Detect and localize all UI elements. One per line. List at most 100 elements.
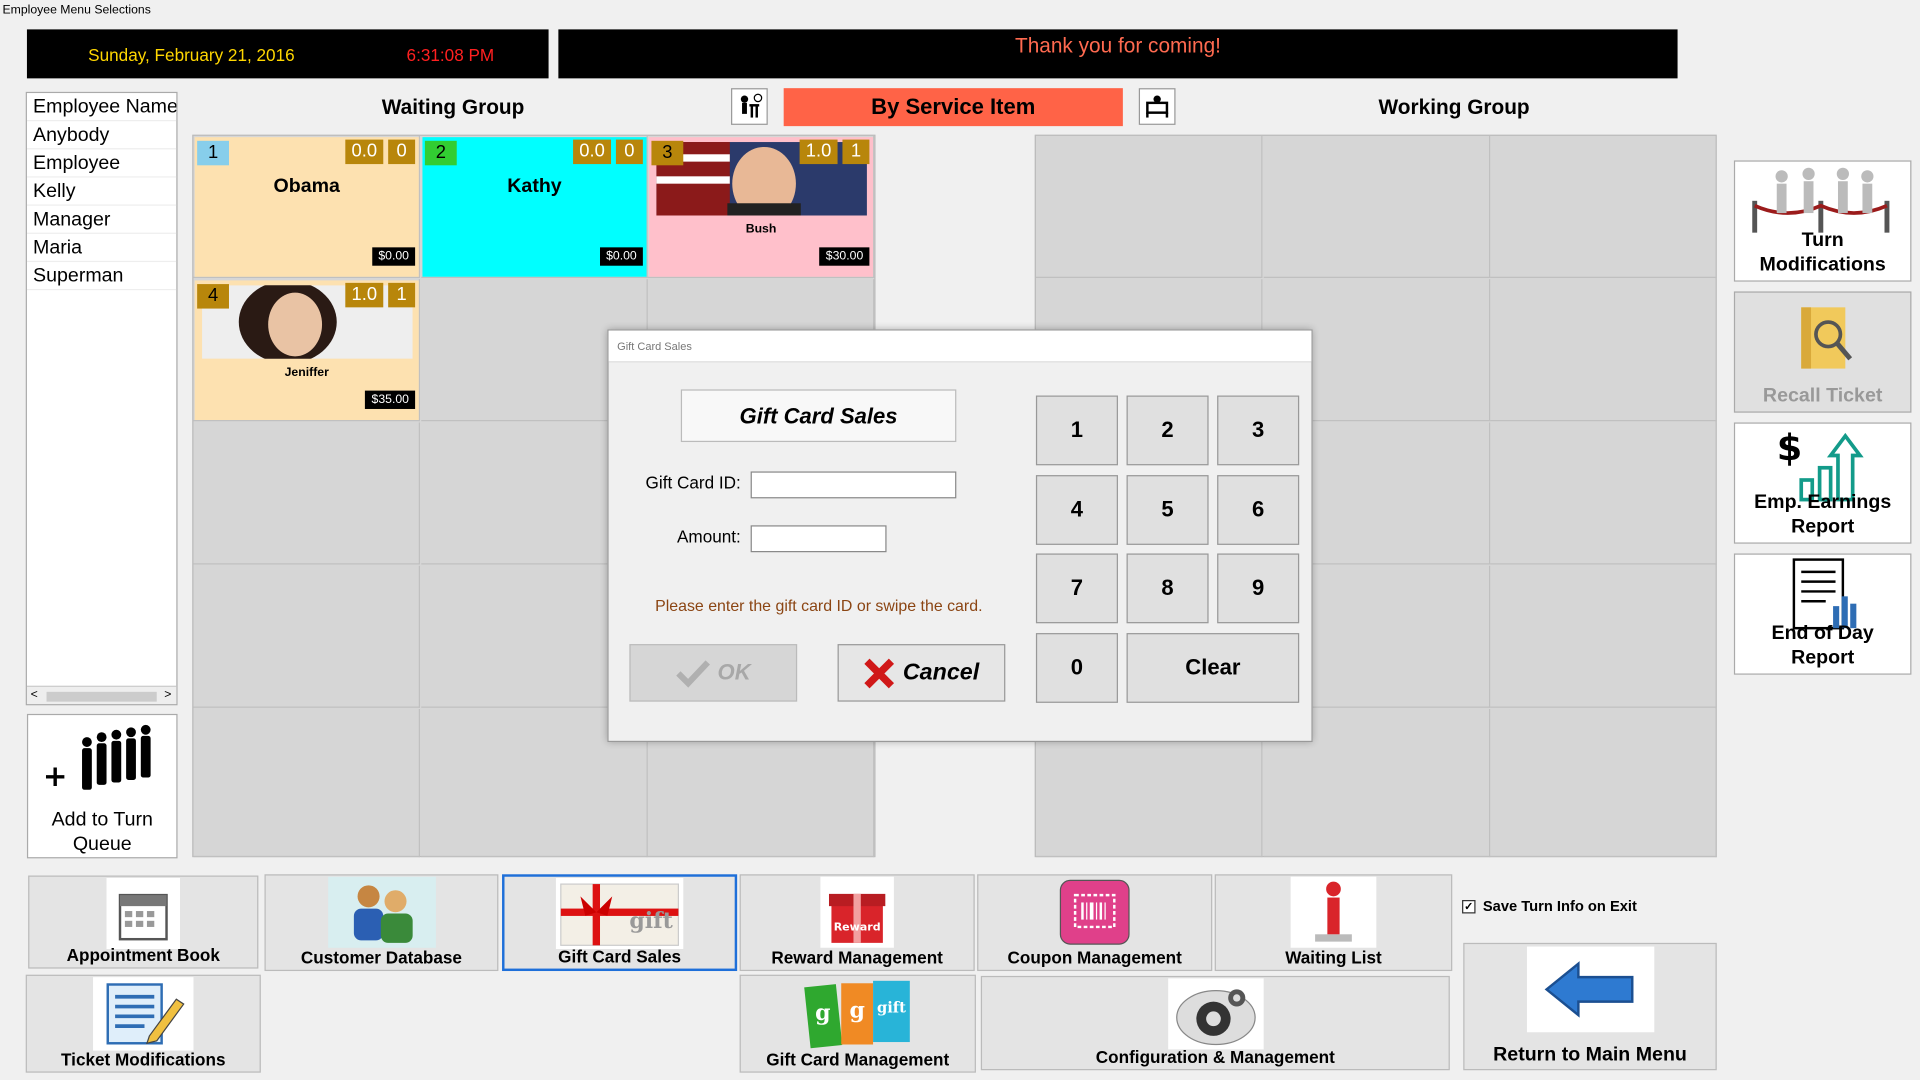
end-of-day-label: End of Day xyxy=(1771,623,1874,645)
return-main-menu-button[interactable]: Return to Main Menu xyxy=(1463,942,1717,1071)
svg-text:g: g xyxy=(849,998,864,1024)
employee-amount: $30.00 xyxy=(819,247,870,266)
configuration-management-button[interactable]: Configuration & Management xyxy=(980,975,1450,1071)
folder-search-icon xyxy=(1801,307,1853,369)
return-main-menu-label: Return to Main Menu xyxy=(1493,1044,1687,1066)
cancel-button[interactable]: Cancel xyxy=(837,644,1006,702)
ticket-modifications-label: Ticket Modifications xyxy=(61,1049,226,1069)
gift-cards-icon: g g gift xyxy=(797,977,919,1049)
scroll-left-icon[interactable]: < xyxy=(31,688,38,701)
turn-count: 0 xyxy=(388,139,416,165)
reward-management-label: Reward Management xyxy=(771,947,943,968)
list-item[interactable]: Manager xyxy=(26,206,177,234)
add-people-icon: + xyxy=(43,724,151,793)
turn-modifications-label: Turn xyxy=(1801,230,1844,252)
stanchion-people-icon xyxy=(1752,167,1890,233)
save-turn-checkbox[interactable]: ✓ Save Turn Info on Exit xyxy=(1462,898,1637,915)
recall-ticket-button[interactable]: Recall Ticket xyxy=(1733,291,1912,413)
key-6[interactable]: 6 xyxy=(1217,475,1300,545)
check-icon xyxy=(676,659,710,688)
configuration-management-label: Configuration & Management xyxy=(1095,1046,1335,1067)
turn-value: 1.0 xyxy=(345,282,384,308)
appointment-book-label: Appointment Book xyxy=(66,945,220,965)
employee-name: Jeniffer xyxy=(284,366,329,380)
key-3[interactable]: 3 xyxy=(1217,395,1300,466)
list-item[interactable]: Anybody xyxy=(26,121,177,150)
end-of-day-report-button[interactable]: End of Day Report xyxy=(1733,553,1912,675)
turn-count: 1 xyxy=(388,282,416,308)
coupon-icon xyxy=(1058,877,1131,948)
gift-card-sales-button[interactable]: gift Gift Card Sales xyxy=(502,874,738,972)
list-item[interactable]: Kelly xyxy=(26,178,177,206)
key-7[interactable]: 7 xyxy=(1035,553,1118,624)
close-icon xyxy=(864,658,895,688)
waiting-list-button[interactable]: Waiting List xyxy=(1214,874,1453,972)
customer-database-label: Customer Database xyxy=(300,947,462,968)
checkbox-icon[interactable]: ✓ xyxy=(1462,899,1476,913)
ok-button[interactable]: OK xyxy=(629,644,798,702)
svg-text:gift: gift xyxy=(876,1000,905,1017)
employee-name: Kathy xyxy=(507,176,562,198)
waiting-group-title: Waiting Group xyxy=(381,95,525,119)
employee-amount: $35.00 xyxy=(365,390,416,409)
employee-list[interactable]: Employee Name Anybody Employee Kelly Man… xyxy=(25,91,178,706)
key-5[interactable]: 5 xyxy=(1126,475,1209,545)
reward-gift-icon: Reward xyxy=(820,876,894,948)
back-arrow-icon xyxy=(1526,946,1654,1033)
end-of-day-label-2: Report xyxy=(1791,647,1855,669)
employee-card-kathy[interactable]: 2 0.0 0 Kathy $0.00 xyxy=(422,137,647,277)
employee-list-header: Employee Name xyxy=(26,93,176,122)
ticket-modifications-button[interactable]: Ticket Modifications xyxy=(25,974,261,1073)
clear-button[interactable]: Clear xyxy=(1126,633,1300,703)
turn-number: 2 xyxy=(424,140,457,166)
seat-icon[interactable] xyxy=(731,88,768,125)
key-0[interactable]: 0 xyxy=(1035,633,1118,703)
save-turn-label: Save Turn Info on Exit xyxy=(1482,897,1637,915)
gift-card-sales-dialog: Gift Card Sales Gift Card Sales Gift Car… xyxy=(607,329,1313,743)
date-text: Sunday, February 21, 2016 xyxy=(88,45,295,65)
svg-text:+: + xyxy=(43,759,68,793)
dialog-message: Please enter the gift card ID or swipe t… xyxy=(655,596,983,615)
reward-management-button[interactable]: Reward Reward Management xyxy=(739,874,975,972)
employee-card-bush[interactable]: 3 1.0 1 Bush $30.00 xyxy=(648,137,874,277)
waiting-person-icon xyxy=(1290,876,1377,948)
gift-card-management-button[interactable]: g g gift Gift Card Management xyxy=(739,974,976,1073)
waiting-list-label: Waiting List xyxy=(1285,947,1382,968)
add-to-turn-queue-button[interactable]: + Add to Turn Queue xyxy=(26,713,178,859)
scroll-thumb[interactable] xyxy=(46,691,157,702)
svg-text:g: g xyxy=(815,1000,830,1026)
employee-name: Obama xyxy=(273,176,340,198)
list-item[interactable]: Employee xyxy=(26,149,177,178)
gift-card-id-field[interactable] xyxy=(750,471,957,499)
add-queue-label-2: Queue xyxy=(72,833,132,855)
key-9[interactable]: 9 xyxy=(1217,553,1300,624)
customer-database-button[interactable]: Customer Database xyxy=(264,874,499,972)
service-chair-icon[interactable] xyxy=(1138,88,1176,125)
coupon-management-button[interactable]: Coupon Management xyxy=(977,874,1213,972)
gift-card-icon: gift xyxy=(555,877,684,949)
calendar-icon xyxy=(106,877,181,949)
emp-earnings-report-button[interactable]: $ Emp. Earnings Report xyxy=(1733,422,1912,544)
marquee-bar: Thank you for coming! xyxy=(558,29,1678,79)
employee-name: Bush xyxy=(745,222,777,237)
appointment-book-button[interactable]: Appointment Book xyxy=(28,875,259,969)
key-2[interactable]: 2 xyxy=(1126,395,1209,466)
key-8[interactable]: 8 xyxy=(1126,553,1209,624)
scroll-right-icon[interactable]: > xyxy=(164,688,171,701)
turn-value: 0.0 xyxy=(345,139,384,165)
turn-modifications-label-2: Modifications xyxy=(1759,254,1886,276)
key-4[interactable]: 4 xyxy=(1035,475,1118,545)
by-service-item-button[interactable]: By Service Item xyxy=(783,88,1123,127)
employee-card-jeniffer[interactable]: 4 1.0 1 Jeniffer $35.00 xyxy=(194,280,419,421)
gift-card-sales-label: Gift Card Sales xyxy=(558,946,682,967)
key-1[interactable]: 1 xyxy=(1035,395,1118,466)
amount-field[interactable] xyxy=(750,525,887,553)
employee-card-obama[interactable]: 1 0.0 0 Obama $0.00 xyxy=(194,137,419,277)
list-item[interactable]: Maria xyxy=(26,234,177,263)
svg-text:$: $ xyxy=(1777,426,1803,469)
list-item[interactable]: Superman xyxy=(26,262,177,291)
recall-ticket-label: Recall Ticket xyxy=(1762,385,1883,407)
turn-number: 3 xyxy=(651,140,684,166)
horizontal-scrollbar[interactable]: < > xyxy=(26,685,177,705)
turn-modifications-button[interactable]: Turn Modifications xyxy=(1733,160,1912,282)
